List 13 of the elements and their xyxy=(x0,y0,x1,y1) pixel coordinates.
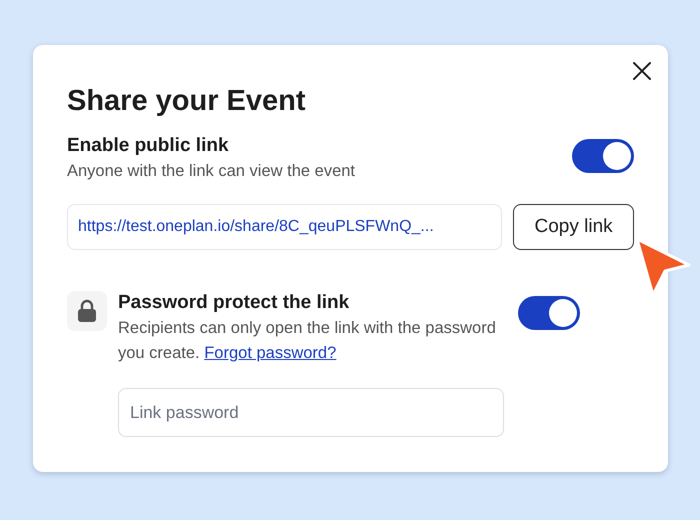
forgot-password-link[interactable]: Forgot password? xyxy=(204,344,336,362)
copy-link-button[interactable]: Copy link xyxy=(513,204,634,250)
public-link-label: Enable public link xyxy=(67,134,230,158)
password-toggle[interactable] xyxy=(518,296,580,330)
password-description: Recipients can only open the link with the password you create. Forgot password? xyxy=(118,318,497,364)
lock-icon xyxy=(67,291,107,331)
password-label: Password protect the link xyxy=(118,291,350,315)
password-field[interactable]: Link password xyxy=(118,388,504,437)
link-url-field[interactable]: https://test.oneplan.io/share/8C_qeuPLSFWnQ_... xyxy=(67,204,502,250)
dialog-title: Share your Event xyxy=(67,84,307,119)
close-icon[interactable] xyxy=(632,61,652,81)
public-link-toggle[interactable] xyxy=(572,139,634,173)
public-link-description: Anyone with the link can view the event xyxy=(67,161,356,182)
